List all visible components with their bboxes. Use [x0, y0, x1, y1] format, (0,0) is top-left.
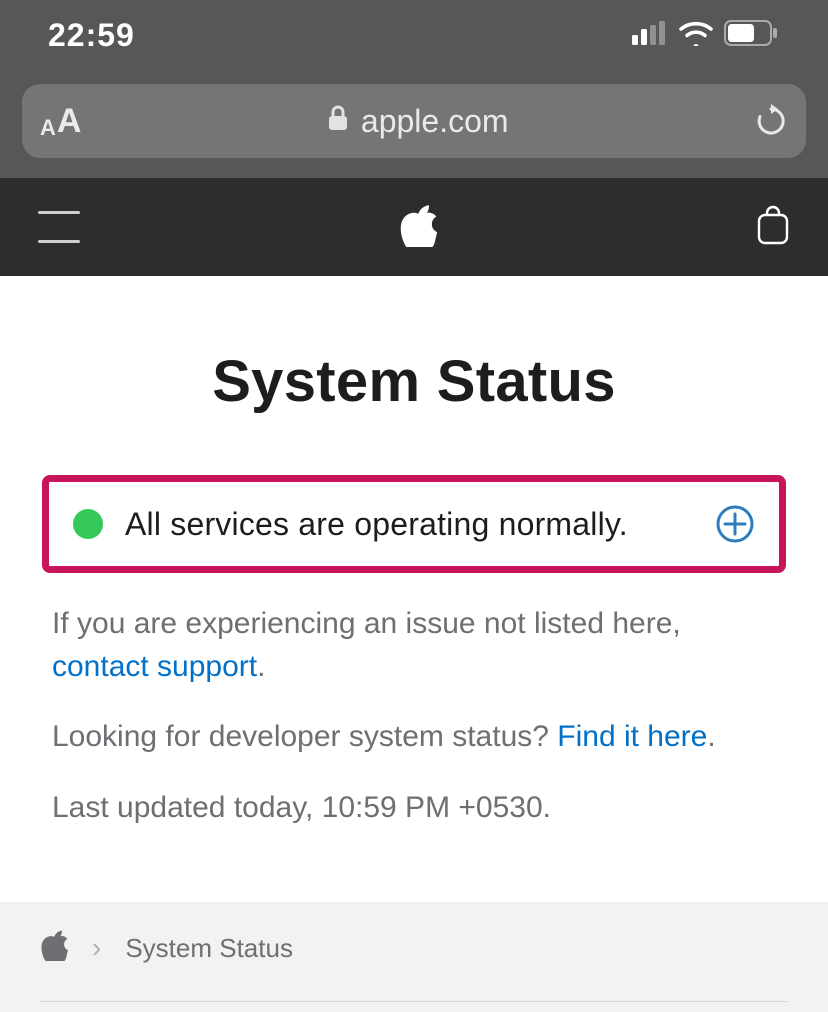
reload-button[interactable]	[754, 104, 788, 138]
status-time: 22:59	[48, 17, 135, 54]
battery-icon	[724, 20, 780, 51]
url-display[interactable]: apple.com	[81, 103, 754, 140]
url-bar[interactable]: AA apple.com	[22, 84, 806, 158]
contact-support-link[interactable]: contact support	[52, 650, 257, 683]
developer-status-link[interactable]: Find it here	[557, 720, 707, 753]
breadcrumb: › System Status	[0, 902, 828, 1012]
breadcrumb-home-icon[interactable]	[40, 929, 68, 968]
page-title: System Status	[0, 348, 828, 415]
body-text: If you are experiencing an issue not lis…	[0, 573, 828, 829]
status-summary-text: All services are operating normally.	[125, 506, 693, 543]
last-updated-text: Last updated today, 10:59 PM +0530.	[52, 787, 776, 830]
status-summary-row[interactable]: All services are operating normally.	[42, 475, 786, 573]
breadcrumb-current: System Status	[125, 933, 293, 964]
divider	[40, 1001, 788, 1002]
apple-global-nav	[0, 178, 828, 276]
ios-status-bar: 22:59	[0, 0, 828, 70]
status-icons	[632, 20, 780, 51]
menu-button[interactable]	[38, 211, 80, 243]
apple-logo[interactable]	[399, 203, 437, 252]
cellular-icon	[632, 21, 668, 50]
dev-text-prefix: Looking for developer system status?	[52, 720, 557, 753]
shopping-bag-button[interactable]	[756, 205, 790, 250]
url-domain: apple.com	[361, 103, 509, 140]
page-content: System Status All services are operating…	[0, 348, 828, 829]
expand-button[interactable]	[715, 504, 755, 544]
safari-chrome: AA apple.com	[0, 70, 828, 178]
issue-text-suffix: .	[257, 650, 265, 683]
text-size-button[interactable]: AA	[40, 102, 81, 141]
chevron-right-icon: ›	[92, 932, 101, 964]
lock-icon	[327, 103, 349, 140]
wifi-icon	[678, 20, 714, 51]
dev-text-suffix: .	[707, 720, 715, 753]
issue-text-prefix: If you are experiencing an issue not lis…	[52, 607, 681, 640]
status-dot-icon	[73, 509, 103, 539]
